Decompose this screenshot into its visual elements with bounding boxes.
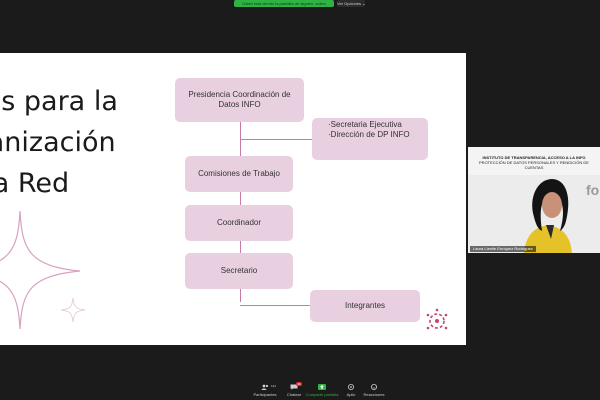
screen-share-notice[interactable]: Usted está viendo la pantalla de alguien… [234,0,334,7]
connector-line [240,139,312,140]
virus-logo-icon [426,308,448,330]
chat-badge: 36 [296,382,302,386]
box-integrantes: Integrantes [310,290,420,322]
svg-text:fo: fo [586,182,599,198]
box-presidencia: Presidencia Coordinación de Datos INFO [175,78,304,122]
small-sparkle-icon [60,297,86,323]
slide-title-line: e la Red [0,168,70,199]
box-coordinador: Coordinador [185,205,293,241]
connector-line [240,305,310,306]
slide-title-line: bles para la [0,86,118,117]
box-comisiones: Comisiones de Trabajo [185,156,293,192]
box-secretaria-line: ·Dirección de DP INFO [328,130,410,139]
slide-title-line: rganización [0,127,116,158]
meeting-toolbar: Participantes 142 36 Chatear Compartir p… [0,382,600,400]
participant-video-tile[interactable]: fo INSTITUTO DE TRANSPARENCIA, ACCESO A … [468,147,600,253]
box-secretario: Secretario [185,253,293,289]
shared-slide: bles para la rganización e la Red Presid… [0,53,466,345]
reactions-label: Reacciones [363,392,385,397]
share-arrow-icon [318,384,326,390]
banner-line: PROTECCIÓN DE DATOS PERSONALES Y RENDICI… [479,160,589,170]
box-secretaria: ·Secretaria Ejecutiva ·Dirección de DP I… [312,118,428,160]
box-secretaria-line: ·Secretaria Ejecutiva [328,120,402,129]
people-icon [261,384,269,390]
participant-background-banner: INSTITUTO DE TRANSPARENCIA, ACCESO A LA … [468,155,600,175]
smiley-icon [371,384,377,390]
slide-title: bles para la rganización e la Red [0,81,180,204]
reactions-button[interactable]: Reacciones [356,384,392,400]
apps-icon [348,384,354,390]
participant-name-label: Laura Lizette Enríquez Rodríguez [470,246,536,252]
view-options-button[interactable]: Ver Opciones ⌄ [337,0,365,7]
meeting-topbar: Usted está viendo la pantalla de alguien… [0,0,600,10]
